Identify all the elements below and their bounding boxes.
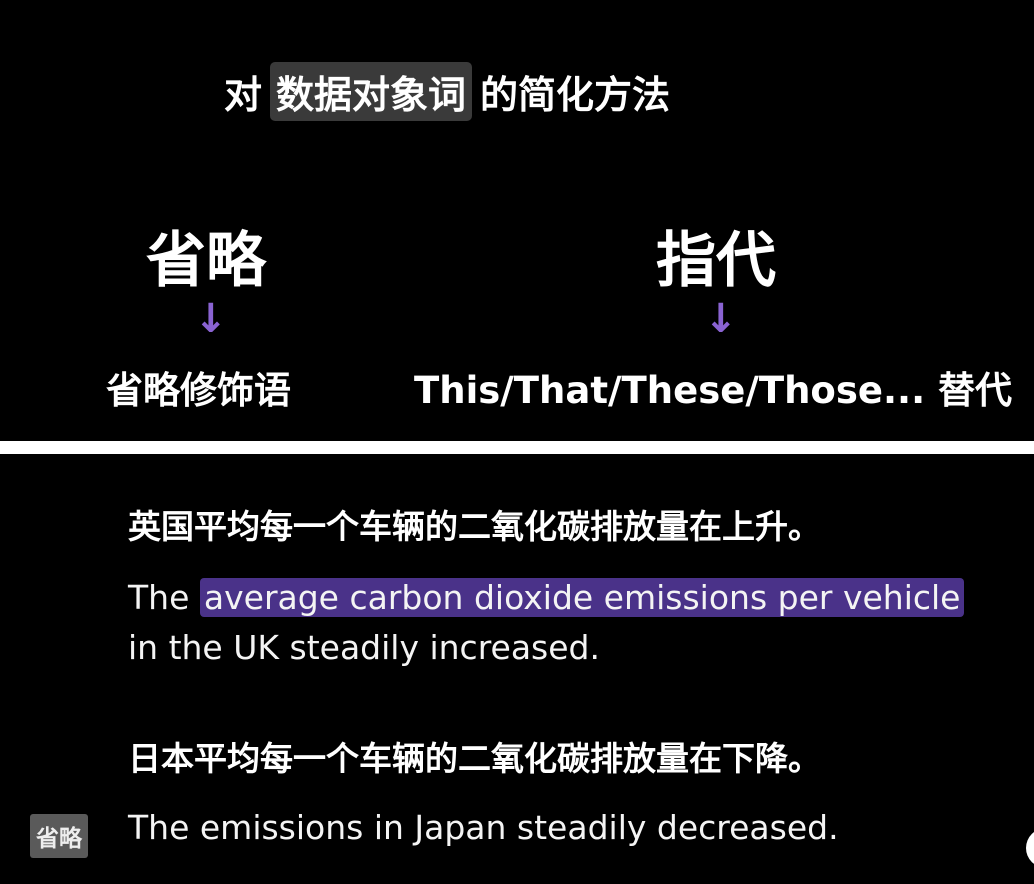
- omission-heading: 省略: [146, 226, 266, 296]
- reference-label: This/That/These/Those... 替代: [414, 369, 1013, 412]
- title-prefix: 对: [224, 73, 263, 117]
- top-panel: 对 数据对象词 的简化方法 省略 ↓ 省略修饰语 指代 ↓ This/That/…: [0, 0, 1034, 441]
- reference-down-arrow-icon: ↓: [704, 296, 738, 342]
- omission-label: 省略修饰语: [106, 369, 291, 412]
- omission-down-arrow-icon: ↓: [194, 296, 228, 342]
- chinese-sentence-japan: 日本平均每一个车辆的二氧化碳排放量在下降。: [128, 739, 821, 778]
- bottom-panel: 英国平均每一个车辆的二氧化碳排放量在上升。 The average carbon…: [0, 454, 1034, 884]
- title-highlight: 数据对象词: [270, 62, 473, 121]
- highlighted-data-object-phrase: average carbon dioxide emissions per veh…: [199, 578, 965, 617]
- reference-heading: 指代: [656, 226, 776, 296]
- chinese-sentence-uk: 英国平均每一个车辆的二氧化碳排放量在上升。: [128, 507, 821, 546]
- title-suffix: 的简化方法: [480, 73, 671, 117]
- page-title: 对 数据对象词 的简化方法: [224, 62, 670, 121]
- english-sentence-japan: The emissions in Japan steadily decrease…: [128, 808, 839, 847]
- english-sentence-uk-prefix: The: [128, 578, 190, 617]
- omission-tag-badge: 省略: [30, 814, 88, 858]
- english-sentence-uk-line1: The average carbon dioxide emissions per…: [128, 578, 965, 617]
- english-sentence-uk-line2: in the UK steadily increased.: [128, 628, 600, 667]
